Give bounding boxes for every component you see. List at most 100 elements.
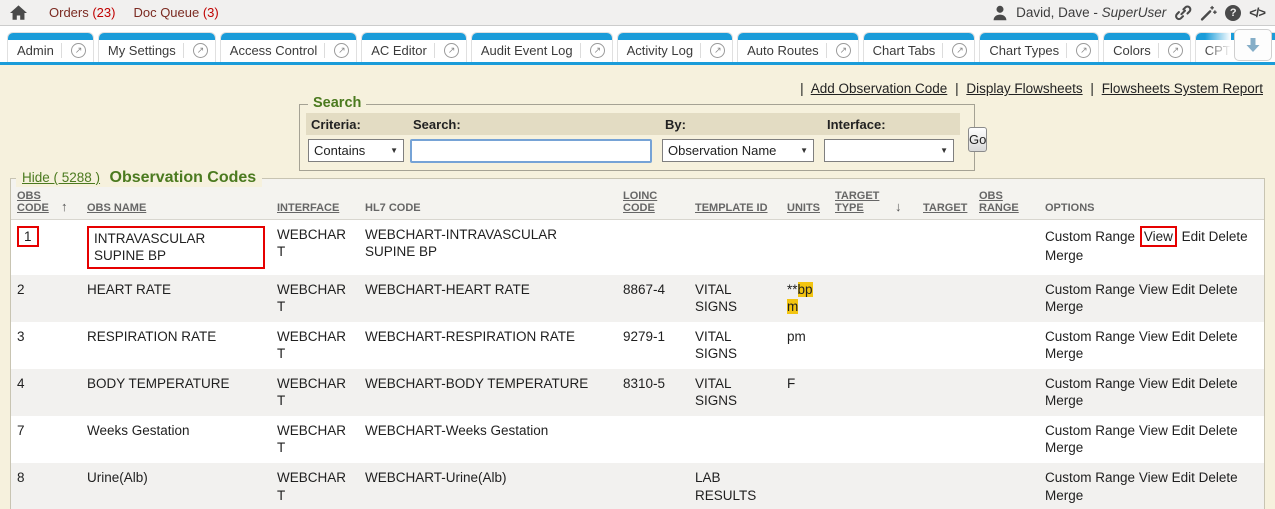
- display-flowsheets-link[interactable]: Display Flowsheets: [966, 81, 1082, 96]
- view-link[interactable]: View: [1139, 470, 1168, 485]
- nav-doc-queue[interactable]: Doc Queue (3): [133, 5, 218, 20]
- tab-colors[interactable]: Colors↗: [1104, 33, 1190, 62]
- sort-spacer-cell: [889, 275, 917, 322]
- custom-range-link[interactable]: Custom Range: [1045, 423, 1135, 438]
- tab-audit-event-log[interactable]: Audit Event Log↗: [472, 33, 612, 62]
- custom-range-link[interactable]: Custom Range: [1045, 229, 1135, 244]
- external-link-icon[interactable]: ↗: [71, 43, 86, 58]
- merge-link[interactable]: Merge: [1045, 299, 1083, 314]
- view-link[interactable]: View: [1139, 282, 1168, 297]
- external-link-icon[interactable]: ↗: [710, 43, 725, 58]
- units-cell: F: [781, 369, 829, 416]
- header-units[interactable]: UNITS: [781, 179, 829, 219]
- tab-access-control[interactable]: Access Control↗: [221, 33, 356, 62]
- obs-name-cell: HEART RATE: [81, 275, 271, 322]
- add-observation-code-link[interactable]: Add Observation Code: [811, 81, 948, 96]
- external-link-icon[interactable]: ↗: [444, 43, 459, 58]
- view-link[interactable]: View: [1139, 423, 1168, 438]
- tab-label: Admin: [17, 43, 54, 58]
- external-link-icon[interactable]: ↗: [1168, 43, 1183, 58]
- tab-accent: [99, 33, 215, 40]
- delete-link[interactable]: Delete: [1199, 282, 1238, 297]
- criteria-select[interactable]: Contains▼: [308, 139, 404, 162]
- header-target-type[interactable]: TARGET TYPE: [829, 179, 889, 219]
- search-input[interactable]: [410, 139, 652, 163]
- merge-link[interactable]: Merge: [1045, 346, 1083, 361]
- interface-select[interactable]: ▼: [824, 139, 954, 162]
- external-link-icon[interactable]: ↗: [334, 43, 349, 58]
- delete-link[interactable]: Delete: [1199, 470, 1238, 485]
- custom-range-link[interactable]: Custom Range: [1045, 470, 1135, 485]
- edit-link[interactable]: Edit: [1172, 423, 1195, 438]
- tab-ac-editor[interactable]: AC Editor↗: [362, 33, 466, 62]
- tab-my-settings[interactable]: My Settings↗: [99, 33, 215, 62]
- delete-link[interactable]: Delete: [1209, 229, 1248, 244]
- custom-range-link[interactable]: Custom Range: [1045, 282, 1135, 297]
- template-id-cell: VITAL SIGNS: [689, 322, 781, 369]
- merge-link[interactable]: Merge: [1045, 440, 1083, 455]
- sort-spacer-cell: [55, 322, 81, 369]
- view-link[interactable]: View: [1144, 229, 1173, 244]
- user-name[interactable]: David, Dave - SuperUser: [1016, 5, 1166, 20]
- external-link-icon[interactable]: ↗: [952, 43, 967, 58]
- header-loinc-code[interactable]: LOINC CODE: [617, 179, 689, 219]
- merge-link[interactable]: Merge: [1045, 393, 1083, 408]
- target-type-cell: [829, 463, 889, 509]
- delete-link[interactable]: Delete: [1199, 376, 1238, 391]
- sort-spacer-cell: [55, 416, 81, 463]
- code-icon[interactable]: </>: [1249, 5, 1265, 20]
- custom-range-link[interactable]: Custom Range: [1045, 329, 1135, 344]
- template-id-cell: [689, 219, 781, 275]
- tab-admin[interactable]: Admin ↗: [8, 33, 93, 62]
- nav-orders[interactable]: Orders (23): [49, 5, 115, 20]
- units-cell: pm: [781, 322, 829, 369]
- target-cell: [917, 322, 973, 369]
- tab-chart-types[interactable]: Chart Types↗: [980, 33, 1098, 62]
- flowsheets-system-report-link[interactable]: Flowsheets System Report: [1102, 81, 1263, 96]
- header-interface[interactable]: INTERFACE: [271, 179, 359, 219]
- edit-link[interactable]: Edit: [1172, 470, 1195, 485]
- hide-count-link[interactable]: Hide ( 5288 ): [22, 170, 100, 185]
- view-link[interactable]: View: [1139, 376, 1168, 391]
- header-obs-range[interactable]: OBS RANGE: [973, 179, 1039, 219]
- custom-range-link[interactable]: Custom Range: [1045, 376, 1135, 391]
- tab-label: Auto Routes: [747, 43, 819, 58]
- delete-link[interactable]: Delete: [1199, 329, 1238, 344]
- delete-link[interactable]: Delete: [1199, 423, 1238, 438]
- tab-chart-tabs[interactable]: Chart Tabs↗: [864, 33, 975, 62]
- edit-link[interactable]: Edit: [1172, 282, 1195, 297]
- hl7-code-cell: WEBCHART-BODY TEMPERATURE: [359, 369, 617, 416]
- tab-activity-log[interactable]: Activity Log↗: [618, 33, 732, 62]
- header-template-id[interactable]: TEMPLATE ID: [689, 179, 781, 219]
- scroll-tabs-down-button[interactable]: [1234, 29, 1272, 61]
- wand-icon[interactable]: [1200, 5, 1217, 21]
- external-link-icon[interactable]: ↗: [836, 43, 851, 58]
- help-icon[interactable]: ?: [1225, 5, 1241, 21]
- home-icon[interactable]: [10, 5, 27, 21]
- by-select[interactable]: Observation Name▼: [662, 139, 814, 162]
- tab-bar: Admin ↗ My Settings↗ Access Control↗ AC E…: [0, 26, 1275, 62]
- view-link[interactable]: View: [1139, 329, 1168, 344]
- external-link-icon[interactable]: ↗: [193, 43, 208, 58]
- external-link-icon[interactable]: ↗: [590, 43, 605, 58]
- tab-accent: [738, 33, 858, 40]
- edit-link[interactable]: Edit: [1182, 229, 1205, 244]
- table-row: 7 Weeks Gestation WEBCHART WEBCHART-Week…: [11, 416, 1264, 463]
- sort-spacer-cell: [889, 463, 917, 509]
- search-panel: Search Criteria: Search: By: Interface: …: [299, 104, 975, 171]
- go-button[interactable]: Go: [968, 127, 987, 152]
- loinc-code-cell: [617, 463, 689, 509]
- sort-ascending-icon[interactable]: ↑: [61, 199, 68, 214]
- external-link-icon[interactable]: ↗: [1076, 43, 1091, 58]
- units-value: pm: [787, 329, 806, 344]
- sort-descending-icon[interactable]: ↓: [895, 199, 902, 214]
- units-cell: [781, 416, 829, 463]
- link-icon[interactable]: [1174, 5, 1192, 21]
- edit-link[interactable]: Edit: [1172, 329, 1195, 344]
- merge-link[interactable]: Merge: [1045, 488, 1083, 503]
- tab-auto-routes[interactable]: Auto Routes ↗: [738, 33, 858, 62]
- merge-link[interactable]: Merge: [1045, 248, 1083, 263]
- target-cell: [917, 463, 973, 509]
- edit-link[interactable]: Edit: [1172, 376, 1195, 391]
- header-target[interactable]: TARGET: [917, 179, 973, 219]
